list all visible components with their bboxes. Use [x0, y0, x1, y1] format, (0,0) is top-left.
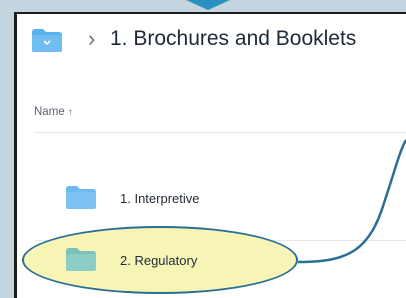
- breadcrumb-current-folder[interactable]: 1. Brochures and Booklets: [110, 24, 356, 54]
- breadcrumb-folder-icon[interactable]: [32, 29, 62, 52]
- screenshot-stage: › 1. Brochures and Booklets Name ↑ 1. Int…: [0, 0, 406, 298]
- breadcrumb-separator: ›: [88, 26, 96, 51]
- sort-ascending-icon[interactable]: ↑: [68, 107, 73, 118]
- folder-icon: [66, 186, 96, 209]
- header-divider: [34, 132, 406, 133]
- list-item-label: 1. Interpretive: [120, 191, 200, 206]
- column-header-label: Name: [34, 106, 65, 118]
- column-header-name[interactable]: Name ↑: [34, 104, 73, 121]
- list-item-label: 2. Regulatory: [120, 253, 198, 268]
- folder-icon: [66, 248, 96, 271]
